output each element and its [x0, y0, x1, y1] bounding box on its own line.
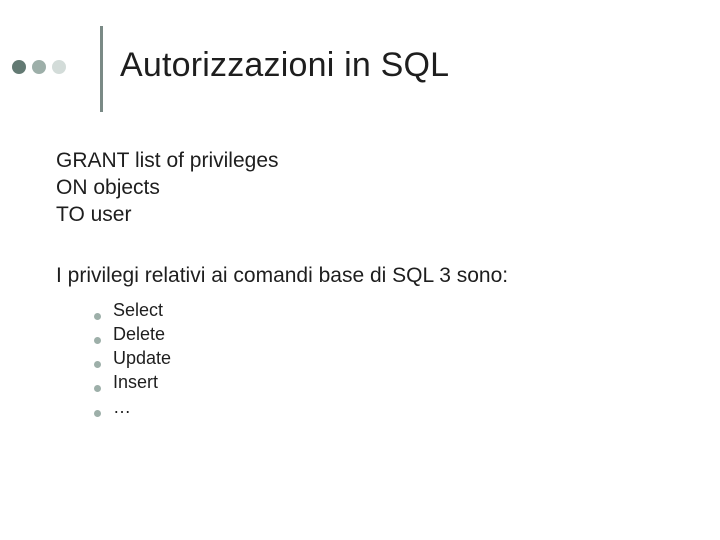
list-item-label: …	[113, 395, 131, 419]
privileges-section: I privilegi relativi ai comandi base di …	[56, 263, 680, 419]
grant-syntax-block: GRANT list of privileges ON objects TO u…	[56, 148, 680, 229]
list-item-label: Select	[113, 298, 163, 322]
privileges-heading: I privilegi relativi ai comandi base di …	[56, 263, 680, 290]
list-item: Update	[94, 346, 680, 370]
list-item-label: Insert	[113, 370, 158, 394]
title-bullet-icon	[12, 60, 26, 74]
slide: Autorizzazioni in SQL GRANT list of priv…	[0, 0, 720, 540]
bullet-icon	[94, 385, 101, 392]
title-bullet-row	[12, 60, 66, 74]
list-item: Delete	[94, 322, 680, 346]
bullet-icon	[94, 337, 101, 344]
list-item: …	[94, 395, 680, 419]
title-block: Autorizzazioni in SQL	[12, 28, 700, 118]
list-item: Select	[94, 298, 680, 322]
title-bullet-icon	[52, 60, 66, 74]
bullet-icon	[94, 410, 101, 417]
list-item-label: Update	[113, 346, 171, 370]
title-divider	[100, 26, 103, 112]
grant-line-2: ON objects	[56, 175, 680, 202]
bullet-icon	[94, 361, 101, 368]
slide-body: GRANT list of privileges ON objects TO u…	[56, 148, 680, 419]
list-item-label: Delete	[113, 322, 165, 346]
list-item: Insert	[94, 370, 680, 394]
bullet-icon	[94, 313, 101, 320]
grant-line-1: GRANT list of privileges	[56, 148, 680, 175]
title-bullet-icon	[32, 60, 46, 74]
privileges-list: Select Delete Update Insert …	[56, 298, 680, 419]
slide-title: Autorizzazioni in SQL	[120, 46, 449, 85]
grant-line-3: TO user	[56, 202, 680, 229]
